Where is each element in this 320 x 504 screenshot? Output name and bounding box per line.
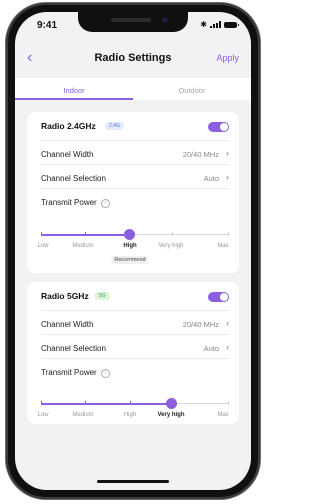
channel-selection-value: Auto [203, 174, 219, 183]
transmit-power-heading: Transmit Power i [41, 368, 110, 378]
info-icon[interactable]: i [100, 199, 110, 208]
level-low: Low [37, 412, 49, 418]
channel-width-row[interactable]: Channel Width 20/40 MHz › [41, 310, 229, 335]
channel-width-value: 20/40 MHz [182, 150, 219, 159]
slider-tick [41, 232, 42, 236]
toggle-knob [220, 123, 228, 131]
band-card-5g: Radio 5GHz 5G Channel Width 20/40 MHz › … [27, 282, 239, 424]
app-screen: 9:41 ✱ ‹ Radio Settings Apply Indoor Out… [15, 12, 251, 490]
toggle-knob [220, 293, 228, 301]
channel-selection-value: Auto [203, 344, 219, 353]
slider-tick [41, 401, 42, 405]
level-medium: Medium [72, 243, 94, 249]
slider-tick [172, 232, 173, 236]
slider-tick [228, 401, 229, 405]
power-slider[interactable] [41, 229, 229, 241]
power-levels: Low Medium High Very high Max [33, 243, 237, 253]
recommend-badge: Recommend [111, 256, 149, 264]
band-badge: 2.4G [105, 122, 124, 130]
transmit-power-label: Transmit Power [41, 368, 97, 377]
tab-outdoor[interactable]: Outdoor [133, 86, 251, 95]
signal-icon [210, 21, 221, 28]
slider-tick [85, 401, 86, 405]
channel-selection-row[interactable]: Channel Selection Auto › [41, 334, 229, 359]
bluetooth-icon: ✱ [200, 20, 207, 29]
phone-frame: 9:41 ✱ ‹ Radio Settings Apply Indoor Out… [6, 3, 260, 499]
power-levels: Low Medium High Very high Max [33, 412, 237, 422]
slider-fill [41, 402, 172, 405]
slider-thumb[interactable] [166, 398, 177, 409]
tab-bar: Indoor Outdoor [15, 78, 251, 100]
status-icons: ✱ [200, 20, 239, 29]
slider-tick [228, 232, 229, 236]
level-high: High [123, 412, 137, 418]
transmit-power-heading: Transmit Power i [41, 198, 110, 208]
transmit-power-label: Transmit Power [41, 198, 97, 207]
apply-button[interactable]: Apply [216, 53, 239, 63]
channel-width-label: Channel Width [41, 320, 94, 329]
chevron-right-icon: › [226, 318, 229, 328]
level-high: High [123, 243, 137, 249]
chevron-right-icon: › [226, 342, 229, 352]
slider-tick [85, 232, 86, 236]
band-toggle[interactable] [208, 122, 229, 132]
tab-indicator [15, 98, 133, 100]
battery-icon [224, 21, 239, 28]
level-max: Max [217, 243, 229, 249]
camera [162, 17, 168, 23]
slider-tick [130, 401, 131, 405]
band-title: Radio 5GHz [41, 291, 89, 301]
transmit-power-row: Transmit Power i [41, 188, 229, 213]
level-low: Low [37, 243, 49, 249]
level-very-high: Very high [158, 243, 184, 249]
channel-width-label: Channel Width [41, 150, 94, 159]
chevron-right-icon: › [226, 148, 229, 158]
status-time: 9:41 [37, 20, 58, 31]
band-toggle[interactable] [208, 292, 229, 302]
nav-bar: ‹ Radio Settings Apply [15, 48, 251, 72]
level-medium: Medium [72, 412, 94, 418]
band-card-header: Radio 5GHz 5G [27, 282, 239, 310]
slider-thumb[interactable] [124, 229, 135, 240]
channel-width-value: 20/40 MHz [182, 320, 219, 329]
band-card-header: Radio 2.4GHz 2.4G [27, 112, 239, 140]
chevron-right-icon: › [226, 172, 229, 182]
transmit-power-row: Transmit Power i [41, 358, 229, 383]
power-slider[interactable] [41, 398, 229, 410]
speaker [111, 18, 151, 22]
band-badge: 5G [95, 292, 110, 300]
band-card-2g: Radio 2.4GHz 2.4G Channel Width 20/40 MH… [27, 112, 239, 273]
notch [78, 12, 188, 32]
home-indicator [97, 480, 169, 483]
channel-width-row[interactable]: Channel Width 20/40 MHz › [41, 140, 229, 165]
channel-selection-label: Channel Selection [41, 344, 106, 353]
tab-indoor[interactable]: Indoor [15, 86, 133, 95]
info-icon[interactable]: i [100, 369, 110, 378]
level-max: Max [217, 412, 229, 418]
channel-selection-label: Channel Selection [41, 174, 106, 183]
level-very-high: Very high [157, 412, 185, 418]
channel-selection-row[interactable]: Channel Selection Auto › [41, 164, 229, 189]
band-title: Radio 2.4GHz [41, 121, 96, 131]
